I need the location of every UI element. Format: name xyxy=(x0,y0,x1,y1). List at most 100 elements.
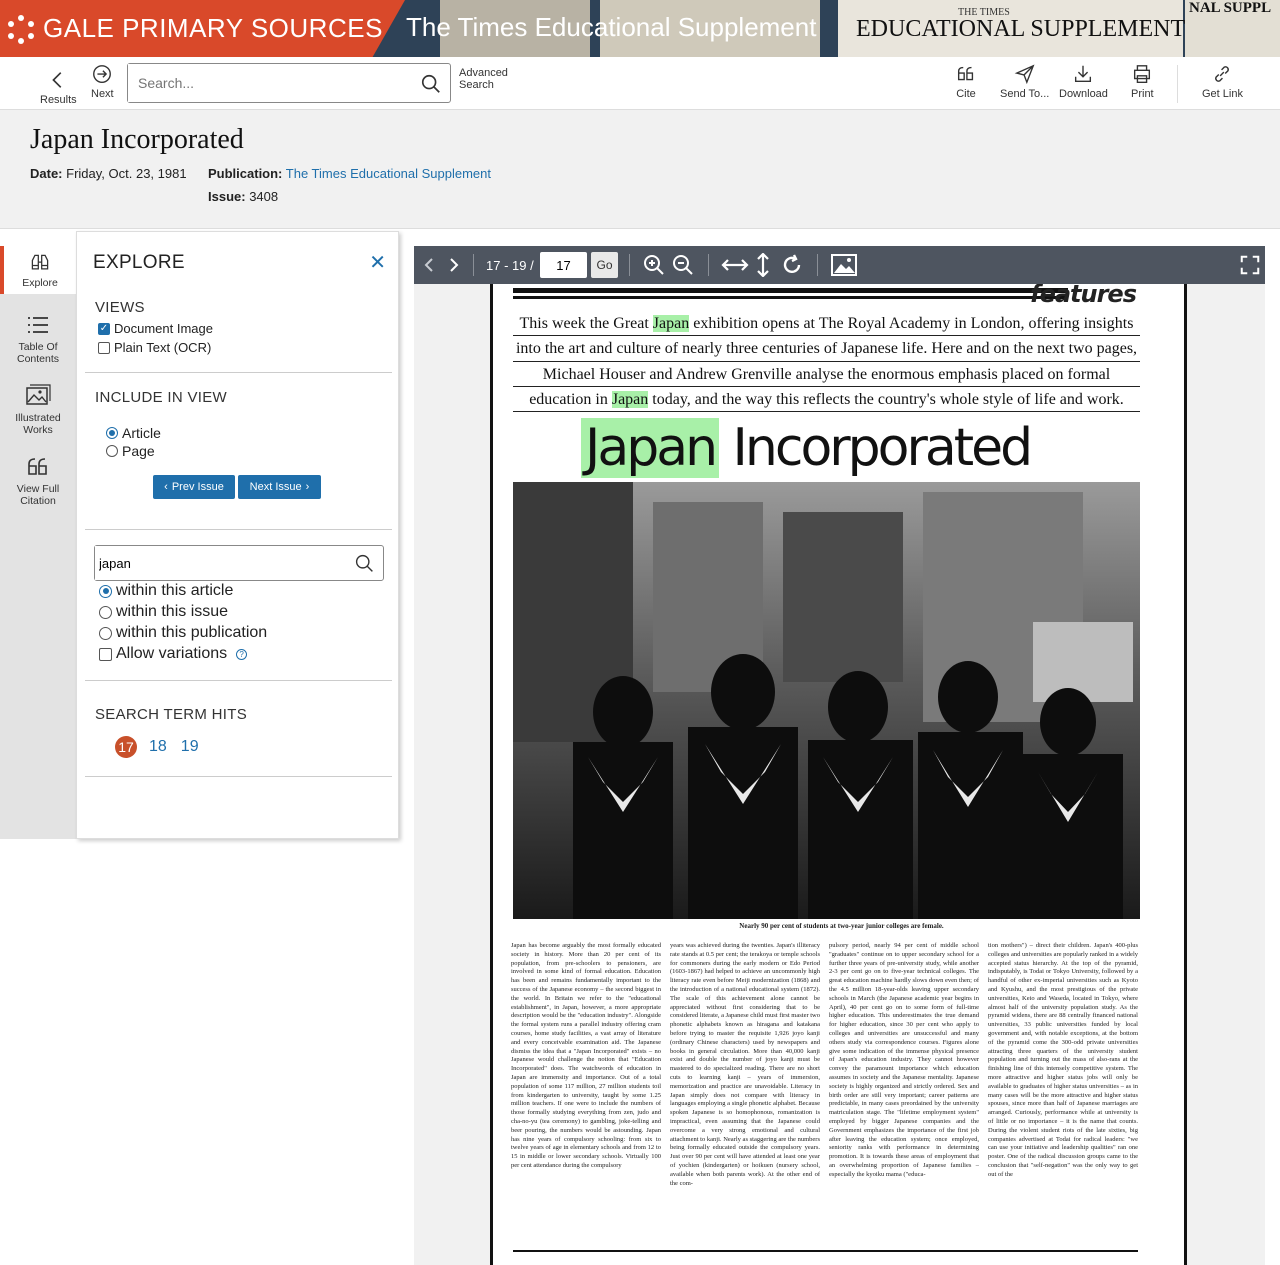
hit-page-current[interactable]: 17 xyxy=(115,736,137,758)
search-term-hits-title: SEARCH TERM HITS xyxy=(95,706,248,723)
print-label: Print xyxy=(1131,88,1154,100)
search-input[interactable] xyxy=(128,64,408,102)
intro-text: education in xyxy=(529,391,612,408)
issue-meta: Issue: 3408 xyxy=(208,189,278,204)
radio-dot xyxy=(106,445,118,457)
zoom-out-icon[interactable] xyxy=(671,253,695,277)
views-title: VIEWS xyxy=(95,299,145,316)
binoculars-icon xyxy=(31,254,49,270)
explore-header: EXPLORE xyxy=(93,252,185,273)
arrow-right-circle-icon xyxy=(93,65,112,83)
download-icon xyxy=(1075,65,1092,83)
fit-width-icon[interactable] xyxy=(721,253,749,277)
intro-line: This week the Great Japan exhibition ope… xyxy=(513,311,1140,336)
rotate-icon[interactable] xyxy=(779,253,805,277)
intro-line: into the art and culture of nearly three… xyxy=(513,336,1140,361)
results-button[interactable]: Results xyxy=(40,69,77,106)
cite-label: Cite xyxy=(956,88,976,100)
next-issue-button[interactable]: Next Issue › xyxy=(238,475,321,499)
fullscreen-icon[interactable] xyxy=(1239,253,1261,277)
banner-newspaper-masthead-image: THE TIMES EDUCATIONAL SUPPLEMENT xyxy=(838,0,1185,57)
print-button[interactable]: Print xyxy=(1131,63,1154,100)
search-highlight: Japan xyxy=(581,418,720,478)
article-column: Japan has become arguably the most forma… xyxy=(511,942,661,1169)
go-button[interactable]: Go xyxy=(591,252,618,278)
allow-variations-checkbox[interactable]: Allow variations ? xyxy=(99,645,248,663)
fit-height-icon[interactable] xyxy=(751,253,775,277)
printer-icon xyxy=(1134,65,1151,83)
issue-label: Issue: xyxy=(208,189,246,204)
intro-line: education in Japan today, and the way th… xyxy=(513,387,1140,412)
search-highlight: Japan xyxy=(611,391,649,408)
side-rail: Explore Table Of Contents Illustrated Wo… xyxy=(0,246,76,839)
date-meta: Date: Friday, Oct. 23, 1981 xyxy=(30,166,187,181)
page-radio[interactable]: Page xyxy=(106,443,155,459)
toolbar: Results Next Advanced Search Cite Send T… xyxy=(0,57,1280,110)
bottom-rule xyxy=(513,1250,1138,1252)
term-search-box xyxy=(94,545,384,581)
within-article-label: within this article xyxy=(116,582,234,599)
rail-explore-label: Explore xyxy=(22,277,58,289)
chevron-left-icon[interactable] xyxy=(418,253,442,277)
rail-explore[interactable]: Explore xyxy=(0,246,76,294)
close-icon[interactable]: ✕ xyxy=(369,250,386,275)
within-article-radio[interactable]: within this article xyxy=(99,582,233,600)
prev-issue-label: Prev Issue xyxy=(171,481,224,493)
rail-illustrated-works[interactable]: Illustrated Works xyxy=(0,383,76,436)
cite-button[interactable]: Cite xyxy=(955,63,977,100)
search-icon[interactable] xyxy=(420,73,442,95)
viewer-divider xyxy=(708,254,709,276)
checkmark-icon: ✓ xyxy=(98,322,110,335)
image-gallery-icon xyxy=(26,384,51,405)
within-issue-radio[interactable]: within this issue xyxy=(99,603,228,621)
advanced-search-link[interactable]: Advanced Search xyxy=(459,67,519,91)
send-to-button[interactable]: Send To... xyxy=(1000,63,1049,100)
toolbar-divider xyxy=(1177,65,1178,103)
section-tag: features xyxy=(1030,284,1137,308)
hit-page[interactable]: 19 xyxy=(181,738,199,756)
get-link-label: Get Link xyxy=(1202,88,1243,100)
intro-text: This week the Great xyxy=(519,315,653,332)
document-viewer: 17 - 19 / Go features This week the Grea… xyxy=(414,246,1265,1265)
rail-table-of-contents[interactable]: Table Of Contents xyxy=(0,312,76,365)
radio-dot xyxy=(99,584,112,598)
publication-link[interactable]: The Times Educational Supplement xyxy=(286,166,491,181)
checkbox-box xyxy=(99,647,112,661)
viewer-divider xyxy=(817,254,818,276)
intro-line: Michael Houser and Andrew Grenville anal… xyxy=(513,362,1140,387)
search-icon[interactable] xyxy=(354,553,375,574)
next-button[interactable]: Next xyxy=(91,63,114,100)
within-publication-radio[interactable]: within this publication xyxy=(99,624,267,642)
viewer-toolbar: 17 - 19 / Go xyxy=(414,246,1265,284)
article-photo xyxy=(513,482,1140,919)
top-banner: THE TIMES EDUCATIONAL SUPPLEMENT NAL SUP… xyxy=(0,0,1280,57)
publication-title: The Times Educational Supplement xyxy=(406,12,817,42)
chevron-right-icon[interactable] xyxy=(441,253,465,277)
term-search-input[interactable] xyxy=(95,546,345,580)
rail-view-full-citation[interactable]: View Full Citation xyxy=(0,454,76,507)
viewer-divider xyxy=(473,254,474,276)
article-radio[interactable]: Article xyxy=(106,425,161,441)
link-icon xyxy=(1215,66,1230,82)
document-header: Japan Incorporated Date: Friday, Oct. 23… xyxy=(0,110,1280,229)
headline-text: Incorporated xyxy=(719,418,1034,478)
image-settings-icon[interactable] xyxy=(830,253,858,277)
next-label: Next xyxy=(91,88,114,100)
help-icon[interactable]: ? xyxy=(236,648,248,660)
article-headline: Japan Incorporated xyxy=(581,418,1034,478)
rail-toc-label: Table Of Contents xyxy=(16,341,60,365)
chevron-left-icon xyxy=(52,72,62,88)
brand-block[interactable]: GALE PRIMARY SOURCES xyxy=(0,0,405,57)
divider xyxy=(85,776,392,777)
plain-text-checkbox[interactable]: Plain Text (OCR) xyxy=(98,340,211,355)
get-link-button[interactable]: Get Link xyxy=(1202,63,1243,100)
hit-page[interactable]: 18 xyxy=(149,738,167,756)
document-image-checkbox[interactable]: ✓ Document Image xyxy=(98,321,213,336)
download-button[interactable]: Download xyxy=(1059,63,1108,100)
zoom-in-icon[interactable] xyxy=(642,253,666,277)
page-number-input[interactable] xyxy=(540,252,587,278)
divider xyxy=(85,680,392,681)
page-label: Page xyxy=(122,443,155,459)
intro-text: today, and the way this reflects the cou… xyxy=(648,391,1124,408)
prev-issue-button[interactable]: ‹ Prev Issue xyxy=(153,475,235,499)
